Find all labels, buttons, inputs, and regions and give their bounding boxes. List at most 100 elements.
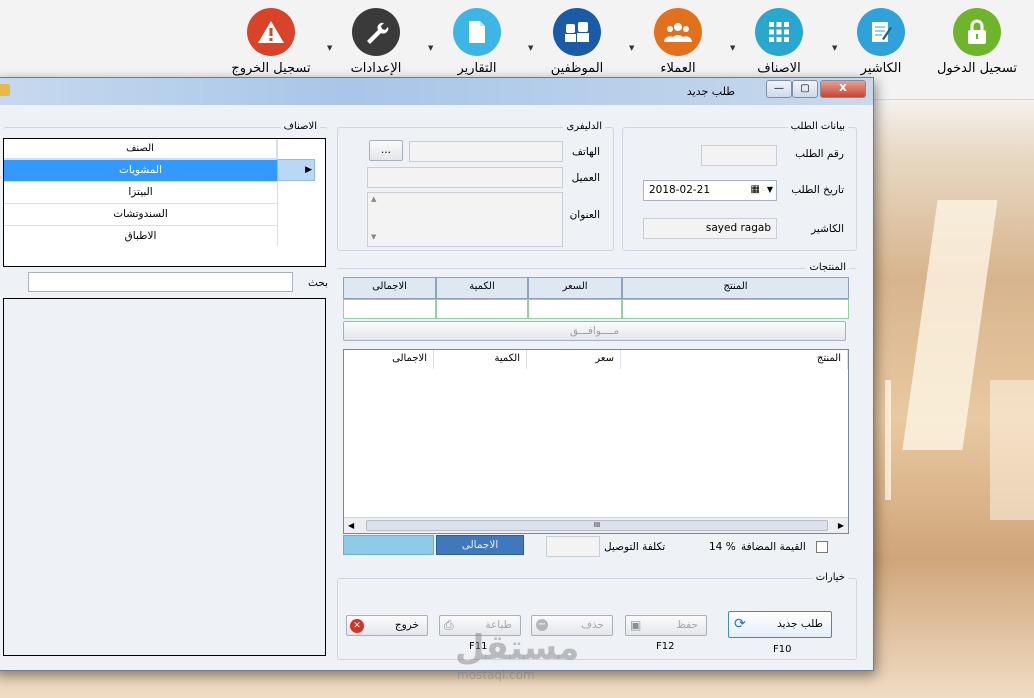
cashier-label: الكاشير [860, 61, 902, 76]
search-label: بحث [308, 277, 329, 289]
scroll-left-icon[interactable]: ◀ [348, 521, 354, 530]
order-date-value: 2018-02-21 [649, 184, 711, 196]
save-shortcut: F12 [656, 641, 675, 652]
list-header-price[interactable]: سعر [527, 350, 621, 369]
settings-label: الإعدادات [350, 61, 402, 76]
background-decoration [902, 200, 998, 450]
lock-icon [953, 8, 1001, 56]
printer-icon: ⎙ [444, 618, 454, 632]
wrench-icon [352, 8, 400, 56]
maximize-button[interactable]: ▢ [792, 80, 818, 98]
address-scroll-up-icon[interactable]: ▲ [371, 195, 376, 203]
app-icon [0, 84, 10, 96]
entry-header-price: السعر [528, 277, 622, 299]
new-order-label: طلب جديد [777, 618, 823, 630]
category-row[interactable]: السندوتشات [4, 203, 277, 225]
list-header-quantity[interactable]: الكمية [434, 350, 527, 369]
delivery-cost-field[interactable] [546, 536, 600, 557]
window-title: طلب جديد [686, 85, 735, 98]
confirm-button[interactable]: مــــوافـــق [343, 321, 846, 341]
category-row[interactable]: المشويات [4, 159, 277, 181]
new-order-window: طلب جديد — ▢ X بيانات الطلب رقم الطلب تا… [0, 77, 874, 671]
exit-button[interactable]: ✕ خروج [346, 615, 428, 636]
vat-label: القيمة المضافة [741, 541, 806, 553]
vat-checkbox[interactable] [816, 541, 828, 553]
window-titlebar[interactable]: طلب جديد — ▢ X [0, 78, 873, 105]
settings-button[interactable]: الإعدادات [328, 8, 424, 76]
row-selector-current[interactable]: ▶ [277, 159, 315, 181]
customer-field[interactable] [367, 167, 563, 188]
delivery-group: الدليفرى الهاتف ... العميل العنوان ▲ ▼ [337, 121, 614, 251]
entry-quantity-cell[interactable] [436, 299, 528, 319]
chevron-down-icon[interactable]: ▼ [767, 185, 773, 194]
order-number-label: رقم الطلب [795, 148, 844, 160]
total-button[interactable]: الاجمالى [436, 535, 524, 555]
notepad-icon [857, 8, 905, 56]
employees-button[interactable]: الموظفين [529, 8, 625, 76]
vat-value: 14 % [709, 541, 736, 553]
entry-header-total: الاجمالى [343, 277, 436, 299]
background-decoration [990, 380, 1034, 520]
calendar-icon[interactable]: ▦ [751, 184, 760, 195]
delivery-cost-label: تكلفة التوصيل [604, 541, 666, 553]
category-row[interactable]: الاطباق [4, 225, 277, 247]
customers-button[interactable]: العملاء [630, 8, 726, 76]
options-group: خيارات ⟳ طلب جديد F10 ▣ حفظ F12 − حذف ⎙ … [337, 572, 857, 660]
exit-label: خروج [394, 619, 419, 631]
address-scroll-down-icon[interactable]: ▼ [371, 233, 376, 241]
reports-label: التقارير [457, 61, 497, 76]
list-header-product[interactable]: المنتج [621, 350, 848, 369]
cashier-button[interactable]: الكاشير [833, 8, 929, 76]
scroll-right-icon[interactable]: ▶ [838, 521, 844, 530]
logout-label: تسجيل الخروج [231, 61, 311, 76]
list-header-total[interactable]: الاجمالى [344, 350, 434, 369]
horizontal-scrollbar[interactable]: ◀ III ▶ [344, 517, 848, 533]
phone-field[interactable] [409, 141, 563, 162]
categories-button[interactable]: الاصناف [731, 8, 827, 76]
customer-lookup-button[interactable]: ... [369, 140, 403, 161]
entry-product-cell[interactable] [622, 299, 849, 319]
grid-icon [755, 8, 803, 56]
watermark-logo: مستقل [455, 628, 580, 668]
products-panel[interactable] [3, 298, 326, 656]
logout-button[interactable]: تسجيل الخروج [223, 8, 319, 76]
grid-header-category: الصنف [4, 139, 277, 159]
category-row[interactable]: البيتزا [4, 181, 277, 203]
login-button[interactable]: تسجيل الدخول [929, 8, 1025, 76]
order-items-list[interactable]: المنتج سعر الكمية الاجمالى ◀ III ▶ [343, 349, 849, 534]
employees-icon [553, 8, 601, 56]
order-number-field[interactable] [701, 145, 777, 166]
customers-icon [654, 8, 702, 56]
entry-header-quantity: الكمية [436, 277, 528, 299]
scrollbar-thumb[interactable]: III [366, 520, 828, 531]
entry-header-product: المنتج [622, 277, 849, 299]
save-button[interactable]: ▣ حفظ [625, 615, 707, 636]
categories-label: الاصناف [757, 61, 801, 76]
phone-label: الهاتف [572, 146, 600, 158]
minimize-button[interactable]: — [766, 80, 792, 98]
cashier-field: sayed ragab [643, 218, 777, 239]
warning-icon [247, 8, 295, 56]
delete-label: حذف [581, 619, 604, 631]
search-input[interactable] [28, 272, 293, 292]
entry-price-cell[interactable] [528, 299, 622, 319]
employees-label: الموظفين [550, 61, 604, 76]
customer-label: العميل [571, 172, 600, 184]
total-value-field [343, 535, 434, 555]
new-order-shortcut: F10 [773, 644, 792, 655]
order-date-picker[interactable]: 2018-02-21 ▦ ▼ [643, 180, 777, 201]
categories-grid[interactable]: الصنف ▶ المشويات البيتزا السندوتشات الاط… [3, 138, 326, 267]
new-order-button[interactable]: ⟳ طلب جديد [728, 611, 832, 638]
products-legend: المنتجات [806, 262, 849, 273]
exit-icon: ✕ [350, 619, 364, 633]
address-field[interactable] [367, 192, 563, 247]
background-decoration [885, 380, 891, 500]
watermark-url: mostaql.com [457, 668, 535, 682]
floppy-icon: ▣ [630, 618, 642, 632]
row-header-column [277, 139, 315, 246]
close-button[interactable]: X [820, 80, 866, 98]
entry-total-cell[interactable] [343, 299, 436, 319]
order-info-group: بيانات الطلب رقم الطلب تاريخ الطلب 2018-… [622, 121, 857, 251]
document-icon [453, 8, 501, 56]
reports-button[interactable]: التقارير [429, 8, 525, 76]
